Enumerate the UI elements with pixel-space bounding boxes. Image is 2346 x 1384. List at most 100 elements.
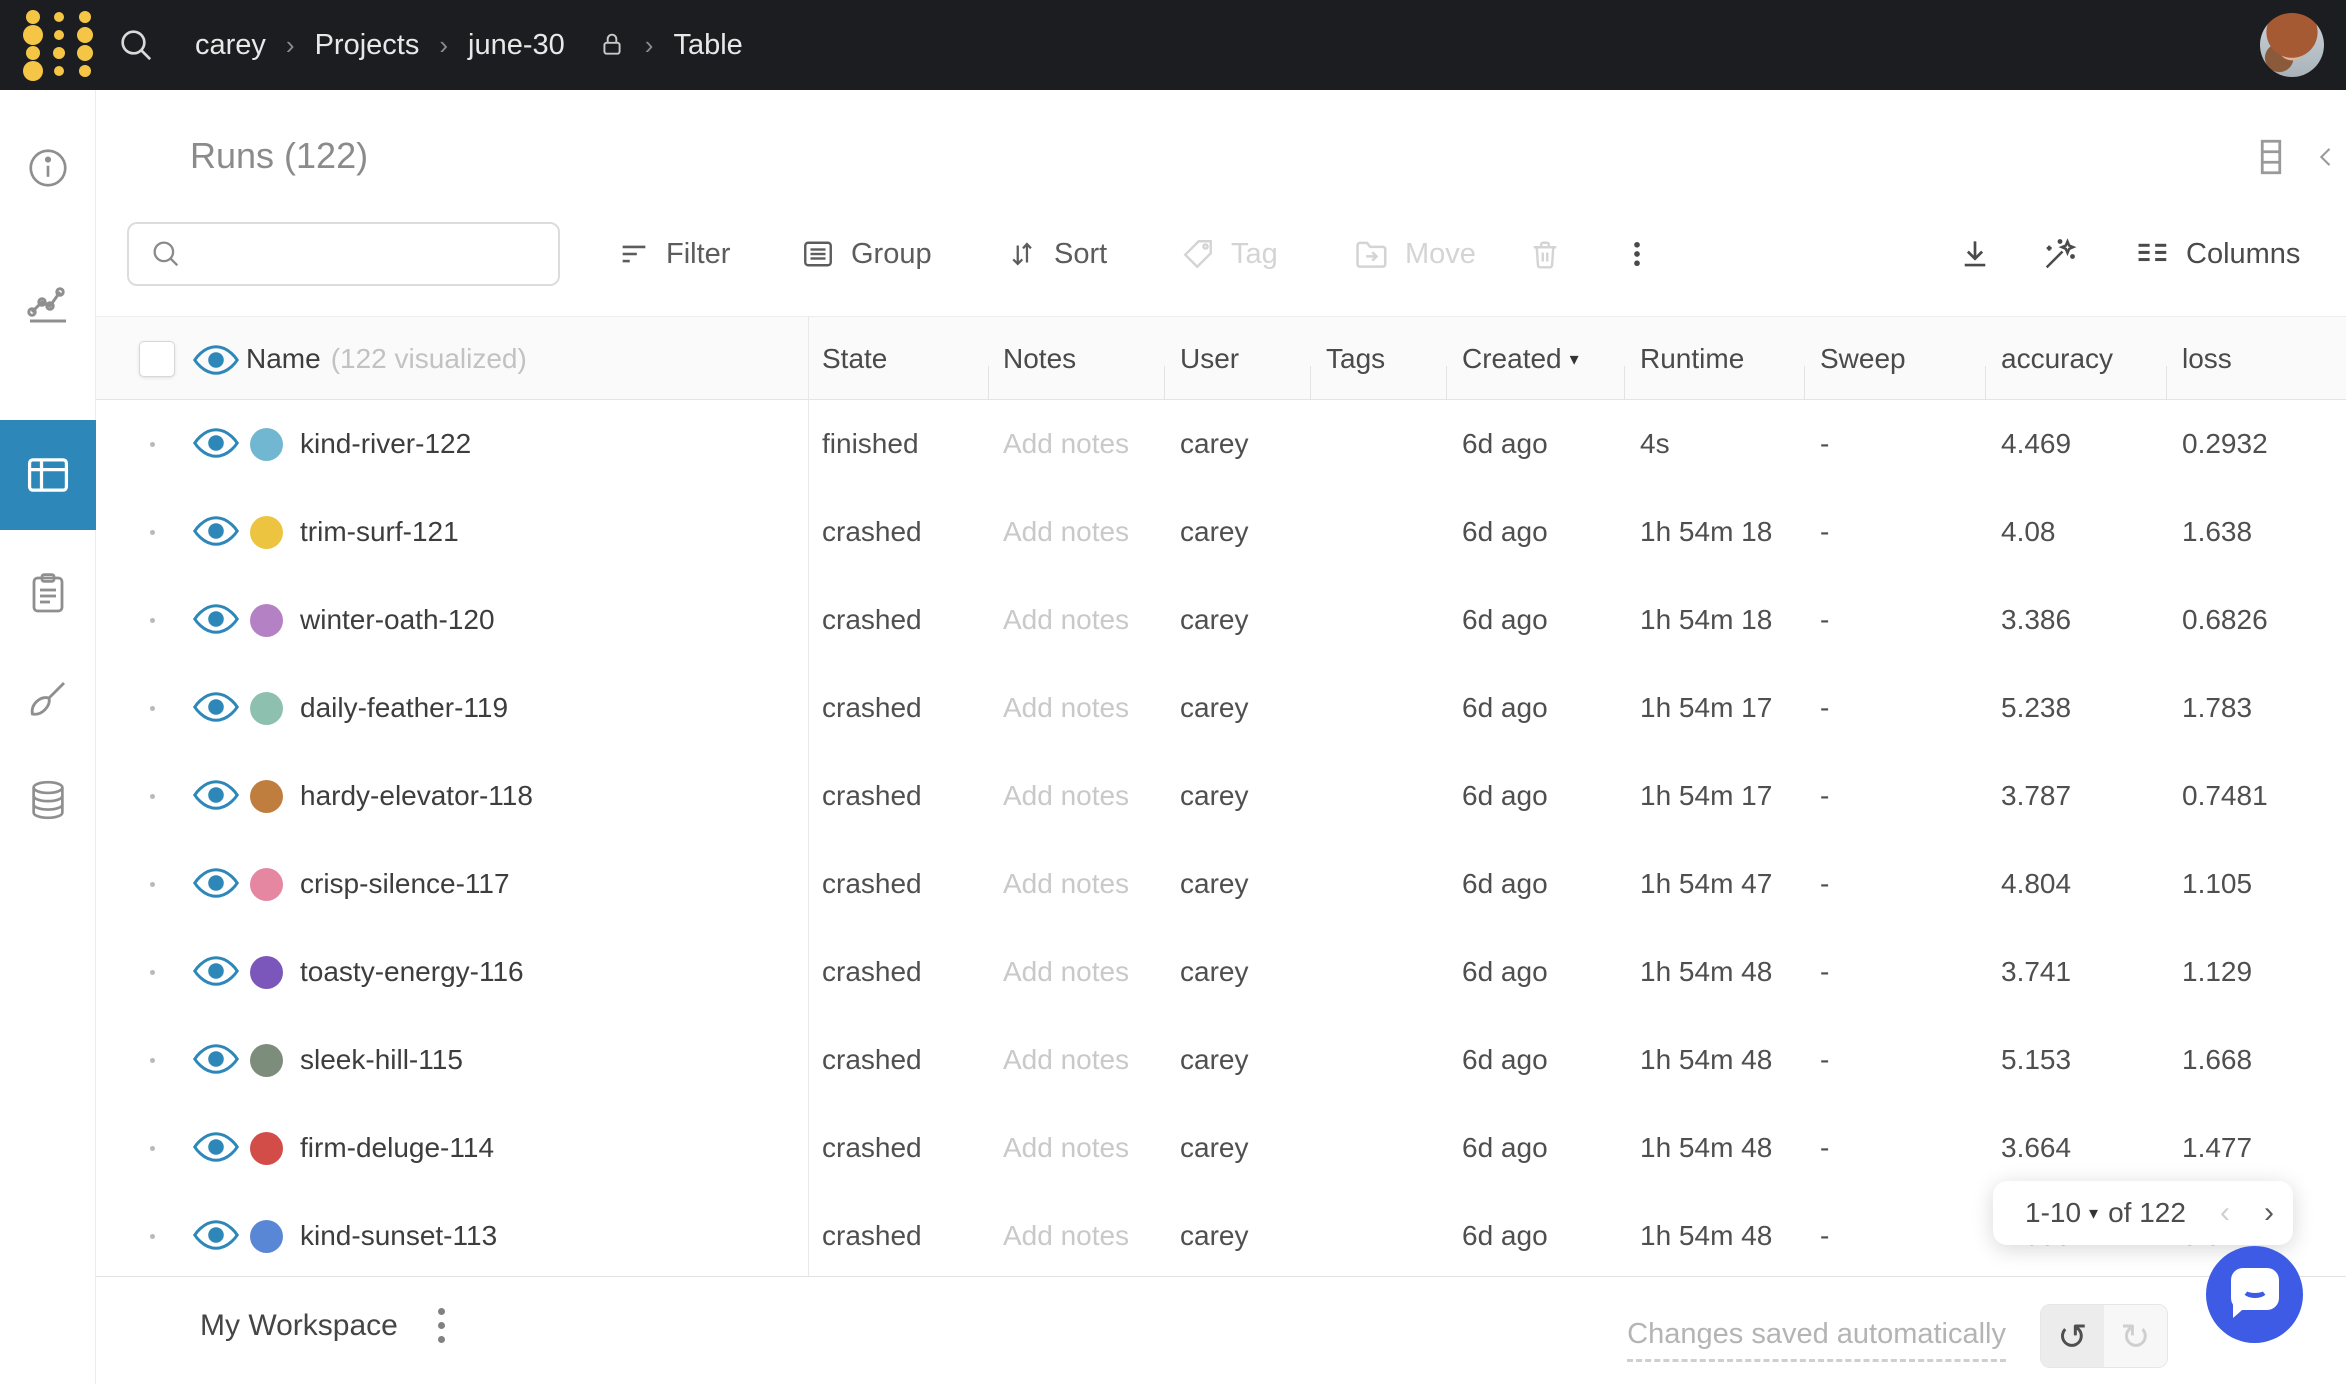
drag-handle[interactable]	[150, 794, 155, 799]
visibility-eye-icon[interactable]	[193, 1043, 239, 1075]
run-name-link[interactable]: firm-deluge-114	[300, 1104, 494, 1192]
run-row[interactable]: sleek-hill-115crashedAdd notescarey6d ag…	[0, 1016, 2346, 1104]
run-name-link[interactable]: sleek-hill-115	[300, 1016, 463, 1104]
visibility-eye-icon[interactable]	[193, 1131, 239, 1163]
magic-wand-button[interactable]	[2040, 224, 2080, 284]
run-name-link[interactable]: trim-surf-121	[300, 488, 459, 576]
cell-notes[interactable]: Add notes	[1003, 488, 1129, 576]
drag-handle[interactable]	[150, 1058, 155, 1063]
drag-handle[interactable]	[150, 530, 155, 535]
more-actions-button[interactable]	[1620, 224, 1654, 284]
runs-search-input[interactable]	[199, 238, 529, 271]
cell-notes[interactable]: Add notes	[1003, 1192, 1129, 1277]
cell-notes[interactable]: Add notes	[1003, 840, 1129, 928]
run-row[interactable]: toasty-energy-116crashedAdd notescarey6d…	[0, 928, 2346, 1016]
column-header-notes[interactable]: Notes	[1003, 317, 1076, 401]
drag-handle[interactable]	[150, 618, 155, 623]
filter-button[interactable]: Filter	[617, 224, 730, 284]
drag-handle[interactable]	[150, 882, 155, 887]
column-header-loss[interactable]: loss	[2182, 317, 2232, 401]
sidebar-item-artifacts[interactable]	[0, 752, 96, 848]
column-header-tags[interactable]: Tags	[1326, 317, 1385, 401]
delete-button[interactable]	[1527, 224, 1563, 284]
cell-notes[interactable]: Add notes	[1003, 1104, 1129, 1192]
breadcrumb-item-Projects[interactable]: Projects	[315, 29, 420, 62]
sidebar-item-table[interactable]	[0, 420, 96, 530]
cell-notes[interactable]: Add notes	[1003, 1016, 1129, 1104]
sidebar-item-info[interactable]	[0, 120, 96, 216]
visibility-eye-icon[interactable]	[193, 955, 239, 987]
chat-launcher-button[interactable]	[2206, 1246, 2303, 1343]
run-name-link[interactable]: toasty-energy-116	[300, 928, 524, 1016]
breadcrumb-item-carey[interactable]: carey	[195, 29, 266, 62]
cell-user[interactable]: carey	[1180, 400, 1248, 488]
page-size-select[interactable]: 1-10▾	[2025, 1197, 2098, 1229]
run-row[interactable]: hardy-elevator-118crashedAdd notescarey6…	[0, 752, 2346, 840]
undo-button[interactable]: ↺	[2041, 1305, 2104, 1368]
column-header-accuracy[interactable]: accuracy	[2001, 317, 2113, 401]
workspace-switcher[interactable]: My Workspace	[200, 1308, 445, 1343]
column-header-created[interactable]: Created▾	[1462, 317, 1579, 401]
run-row[interactable]: firm-deluge-114crashedAdd notescarey6d a…	[0, 1104, 2346, 1192]
workspace-kebab-icon[interactable]	[438, 1308, 445, 1343]
cell-user[interactable]: carey	[1180, 752, 1248, 840]
drag-handle[interactable]	[150, 1234, 155, 1239]
sidebar-item-charts[interactable]	[0, 256, 96, 352]
export-button[interactable]	[1956, 224, 1994, 284]
cell-user[interactable]: carey	[1180, 1104, 1248, 1192]
sidebar-item-notes[interactable]	[0, 545, 96, 641]
cell-notes[interactable]: Add notes	[1003, 400, 1129, 488]
run-row[interactable]: crisp-silence-117crashedAdd notescarey6d…	[0, 840, 2346, 928]
visibility-eye-icon[interactable]	[193, 779, 239, 811]
collapse-panel-icon[interactable]	[2312, 143, 2340, 171]
breadcrumb-item-june-30[interactable]: june-30	[468, 29, 565, 62]
sort-button[interactable]: Sort	[1005, 224, 1107, 284]
drag-handle[interactable]	[150, 442, 155, 447]
run-row[interactable]: daily-feather-119crashedAdd notescarey6d…	[0, 664, 2346, 752]
drag-handle[interactable]	[150, 970, 155, 975]
redo-button[interactable]: ↻	[2104, 1305, 2167, 1368]
column-header-runtime[interactable]: Runtime	[1640, 317, 1744, 401]
run-name-link[interactable]: kind-sunset-113	[300, 1192, 497, 1277]
visibility-eye-icon[interactable]	[193, 344, 239, 376]
panel-layout-icon[interactable]	[2256, 136, 2286, 178]
cell-user[interactable]: carey	[1180, 1192, 1248, 1277]
visibility-eye-icon[interactable]	[193, 603, 239, 635]
select-all-checkbox[interactable]	[139, 341, 175, 377]
wandb-logo[interactable]	[20, 8, 98, 82]
visibility-eye-icon[interactable]	[193, 691, 239, 723]
visibility-eye-icon[interactable]	[193, 867, 239, 899]
cell-notes[interactable]: Add notes	[1003, 576, 1129, 664]
cell-user[interactable]: carey	[1180, 1016, 1248, 1104]
group-button[interactable]: Group	[800, 224, 932, 284]
run-name-link[interactable]: crisp-silence-117	[300, 840, 510, 928]
drag-handle[interactable]	[150, 1146, 155, 1151]
visibility-eye-icon[interactable]	[193, 1219, 239, 1251]
column-header-state[interactable]: State	[822, 317, 887, 401]
columns-button[interactable]: Columns	[2133, 224, 2300, 284]
cell-notes[interactable]: Add notes	[1003, 928, 1129, 1016]
prev-page-button[interactable]: ‹	[2220, 1196, 2230, 1230]
cell-user[interactable]: carey	[1180, 576, 1248, 664]
run-name-link[interactable]: hardy-elevator-118	[300, 752, 533, 840]
cell-user[interactable]: carey	[1180, 928, 1248, 1016]
run-name-link[interactable]: winter-oath-120	[300, 576, 495, 664]
run-row[interactable]: trim-surf-121crashedAdd notescarey6d ago…	[0, 488, 2346, 576]
column-header-user[interactable]: User	[1180, 317, 1239, 401]
run-name-link[interactable]: kind-river-122	[300, 400, 471, 488]
move-button[interactable]: Move	[1352, 224, 1476, 284]
search-icon[interactable]	[116, 25, 156, 65]
cell-user[interactable]: carey	[1180, 840, 1248, 928]
sidebar-item-sweeps[interactable]	[0, 650, 96, 746]
next-page-button[interactable]: ›	[2264, 1196, 2274, 1230]
run-name-link[interactable]: daily-feather-119	[300, 664, 508, 752]
visibility-eye-icon[interactable]	[193, 515, 239, 547]
visibility-eye-icon[interactable]	[193, 427, 239, 459]
run-row[interactable]: kind-river-122finishedAdd notescarey6d a…	[0, 400, 2346, 488]
column-header-sweep[interactable]: Sweep	[1820, 317, 1906, 401]
drag-handle[interactable]	[150, 706, 155, 711]
avatar[interactable]	[2260, 13, 2324, 77]
tag-button[interactable]: Tag	[1180, 224, 1278, 284]
cell-user[interactable]: carey	[1180, 664, 1248, 752]
cell-notes[interactable]: Add notes	[1003, 752, 1129, 840]
